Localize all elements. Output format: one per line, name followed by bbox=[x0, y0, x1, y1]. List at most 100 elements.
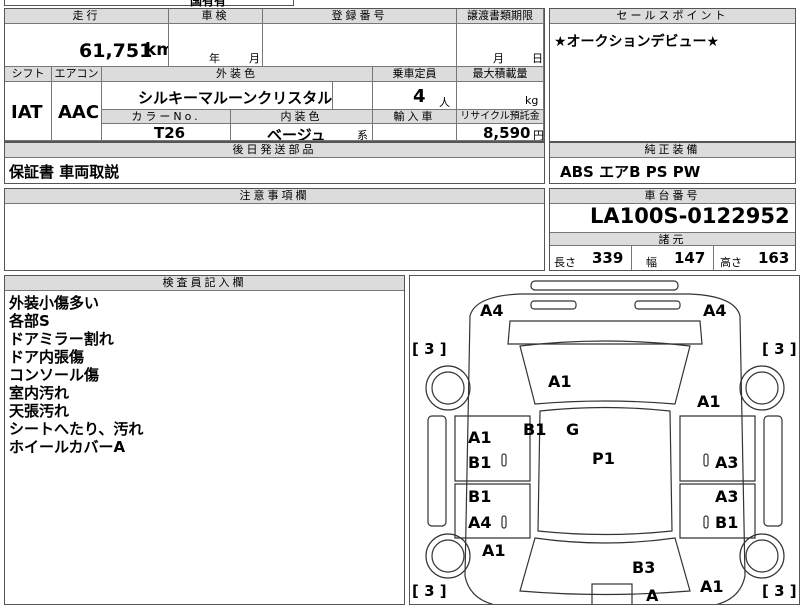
spec-width-label: 幅 bbox=[646, 256, 657, 269]
header-inspector: 検査員記入欄 bbox=[5, 276, 404, 291]
capacity-cell: 4 人 bbox=[373, 82, 457, 110]
interior-color-cell: ベージュ 系 bbox=[231, 124, 373, 141]
color-no-cell: T26 bbox=[102, 124, 231, 141]
color-no-value: T26 bbox=[154, 124, 186, 141]
max-load-cell: kg bbox=[457, 82, 544, 110]
header-caution: 注意事項欄 bbox=[5, 189, 544, 204]
damage-label: B1 bbox=[468, 487, 492, 506]
recycle-value: 8,590 bbox=[483, 124, 531, 141]
damage-label: G bbox=[566, 420, 580, 439]
recycle-unit: 円 bbox=[533, 129, 544, 141]
later-parts-box: 後日発送部品 保証書 車両取説 bbox=[4, 142, 545, 184]
damage-label: A1 bbox=[468, 428, 492, 447]
damage-label: A1 bbox=[697, 392, 721, 411]
shift-cell: IAT bbox=[5, 82, 52, 141]
damage-label: A4 bbox=[468, 513, 492, 532]
header-interior-color: 内装色 bbox=[231, 110, 373, 124]
max-load-unit: kg bbox=[525, 94, 539, 107]
spec-width-value: 147 bbox=[674, 249, 706, 267]
genuine-equipment-box: 純正装備 ABS エアB PS PW bbox=[549, 142, 796, 184]
tire-mark-rear-right: [ 3 ] bbox=[762, 582, 797, 600]
mileage-value: 61,751 bbox=[79, 40, 153, 62]
inspector-box: 検査員記入欄 外装小傷多い 各部S ドアミラー割れ ドア内張傷 コンソール傷 室… bbox=[4, 275, 405, 605]
shift-value: IAT bbox=[11, 102, 43, 123]
header-specs: 諸元 bbox=[550, 232, 795, 246]
chassis-box: 車台番号 LA100S-0122952 諸元 長さ 339 幅 147 高さ 1… bbox=[549, 188, 796, 271]
inspector-note: シートへたり、汚れ bbox=[9, 420, 144, 438]
damage-label: B1 bbox=[468, 453, 492, 472]
inspector-note: 各部S bbox=[9, 312, 50, 330]
caution-box: 注意事項欄 bbox=[4, 188, 545, 271]
damage-label: P1 bbox=[592, 449, 615, 468]
inspection-year-label: 年 bbox=[209, 52, 220, 65]
inspector-note: 天張汚れ bbox=[9, 402, 70, 420]
genuine-equipment-text: ABS エアB PS PW bbox=[560, 163, 701, 181]
aircon-cell: AAC bbox=[52, 82, 102, 141]
spec-height-value: 163 bbox=[758, 249, 790, 267]
sales-point-text: ★オークションデビュー★ bbox=[554, 34, 720, 50]
damage-label: B1 bbox=[523, 420, 547, 439]
inspector-note: ホイールカバーA bbox=[9, 438, 126, 456]
damage-label: A1 bbox=[548, 372, 572, 391]
damage-label: A1 bbox=[700, 577, 724, 596]
header-exterior-color: 外装色 bbox=[102, 67, 373, 82]
header-aircon: エアコン bbox=[52, 67, 102, 82]
transfer-cell: 月 日 bbox=[457, 24, 544, 67]
header-inspection: 車検 bbox=[169, 9, 263, 24]
inspection-month-label: 月 bbox=[249, 52, 260, 65]
tire-mark-rear-left: [ 3 ] bbox=[412, 582, 447, 600]
inspector-note: ドア内張傷 bbox=[9, 348, 85, 366]
interior-color-suffix: 系 bbox=[357, 129, 368, 141]
spec-length-label: 長さ bbox=[554, 256, 576, 269]
spec-height-label: 高さ bbox=[720, 256, 742, 269]
damage-label: A1 bbox=[482, 541, 506, 560]
inspection-cell: 年 月 bbox=[169, 24, 263, 67]
mileage-cell: 61,751 km bbox=[5, 24, 169, 67]
damage-label: B3 bbox=[632, 558, 656, 577]
exterior-color-extra-cell bbox=[333, 82, 373, 110]
interior-color-value: ベージュ bbox=[267, 126, 326, 141]
damage-label: A4 bbox=[703, 301, 727, 320]
top-strip: 国有有 bbox=[4, 0, 294, 8]
header-mileage: 走行 bbox=[5, 9, 169, 24]
spec-length-value: 339 bbox=[592, 249, 624, 267]
header-max-load: 最大積載量 bbox=[457, 67, 544, 82]
inspector-note: 外装小傷多い bbox=[9, 294, 100, 312]
spec-width-cell: 幅 147 bbox=[632, 246, 714, 270]
exterior-color-value: シルキーマルーンクリスタルM bbox=[138, 89, 333, 107]
tire-mark-front-right: [ 3 ] bbox=[762, 340, 797, 358]
transfer-day-label: 日 bbox=[532, 52, 543, 65]
inspector-note: ドアミラー割れ bbox=[9, 330, 114, 348]
header-shift: シフト bbox=[5, 67, 52, 82]
damage-label: B1 bbox=[715, 513, 739, 532]
header-chassis-no: 車台番号 bbox=[550, 189, 795, 204]
header-recycle: リサイクル預託金 bbox=[457, 110, 544, 124]
header-transfer-deadline: 譲渡書類期限 bbox=[457, 9, 544, 24]
damage-label: A bbox=[646, 586, 659, 605]
tire-mark-front-left: [ 3 ] bbox=[412, 340, 447, 358]
header-later-parts: 後日発送部品 bbox=[5, 143, 544, 158]
header-registration: 登録番号 bbox=[263, 9, 457, 24]
damage-diagram-box: [ 3 ] [ 3 ] [ 3 ] [ 3 ] A4 A4 A1 A1 A1 B… bbox=[409, 275, 800, 605]
registration-cell bbox=[263, 24, 457, 67]
mileage-unit: km bbox=[145, 40, 168, 60]
header-color-no: カラーNo. bbox=[102, 110, 231, 124]
damage-label: A3 bbox=[715, 487, 739, 506]
header-capacity: 乗車定員 bbox=[373, 67, 457, 82]
inspector-note: コンソール傷 bbox=[9, 366, 100, 384]
later-parts-text: 保証書 車両取説 bbox=[9, 163, 120, 181]
spec-length-cell: 長さ 339 bbox=[550, 246, 632, 270]
info-grid: 走行 車検 登録番号 譲渡書類期限 61,751 km 年 月 月 日 シフト … bbox=[4, 8, 545, 142]
inspector-note: 室内汚れ bbox=[9, 384, 70, 402]
transfer-month-label: 月 bbox=[493, 52, 504, 65]
spec-height-cell: 高さ 163 bbox=[714, 246, 795, 270]
chassis-no-value: LA100S-0122952 bbox=[590, 204, 790, 228]
damage-label: A3 bbox=[715, 453, 739, 472]
recycle-cell: 8,590 円 bbox=[457, 124, 544, 141]
sales-point-box: セールスポイント ★オークションデビュー★ bbox=[549, 8, 796, 142]
exterior-color-cell: シルキーマルーンクリスタルM bbox=[102, 82, 333, 110]
inspector-notes-list: 外装小傷多い 各部S ドアミラー割れ ドア内張傷 コンソール傷 室内汚れ 天張汚… bbox=[9, 294, 143, 456]
damage-label: A4 bbox=[480, 301, 504, 320]
import-cell bbox=[373, 124, 457, 141]
header-genuine-equipment: 純正装備 bbox=[550, 143, 795, 158]
